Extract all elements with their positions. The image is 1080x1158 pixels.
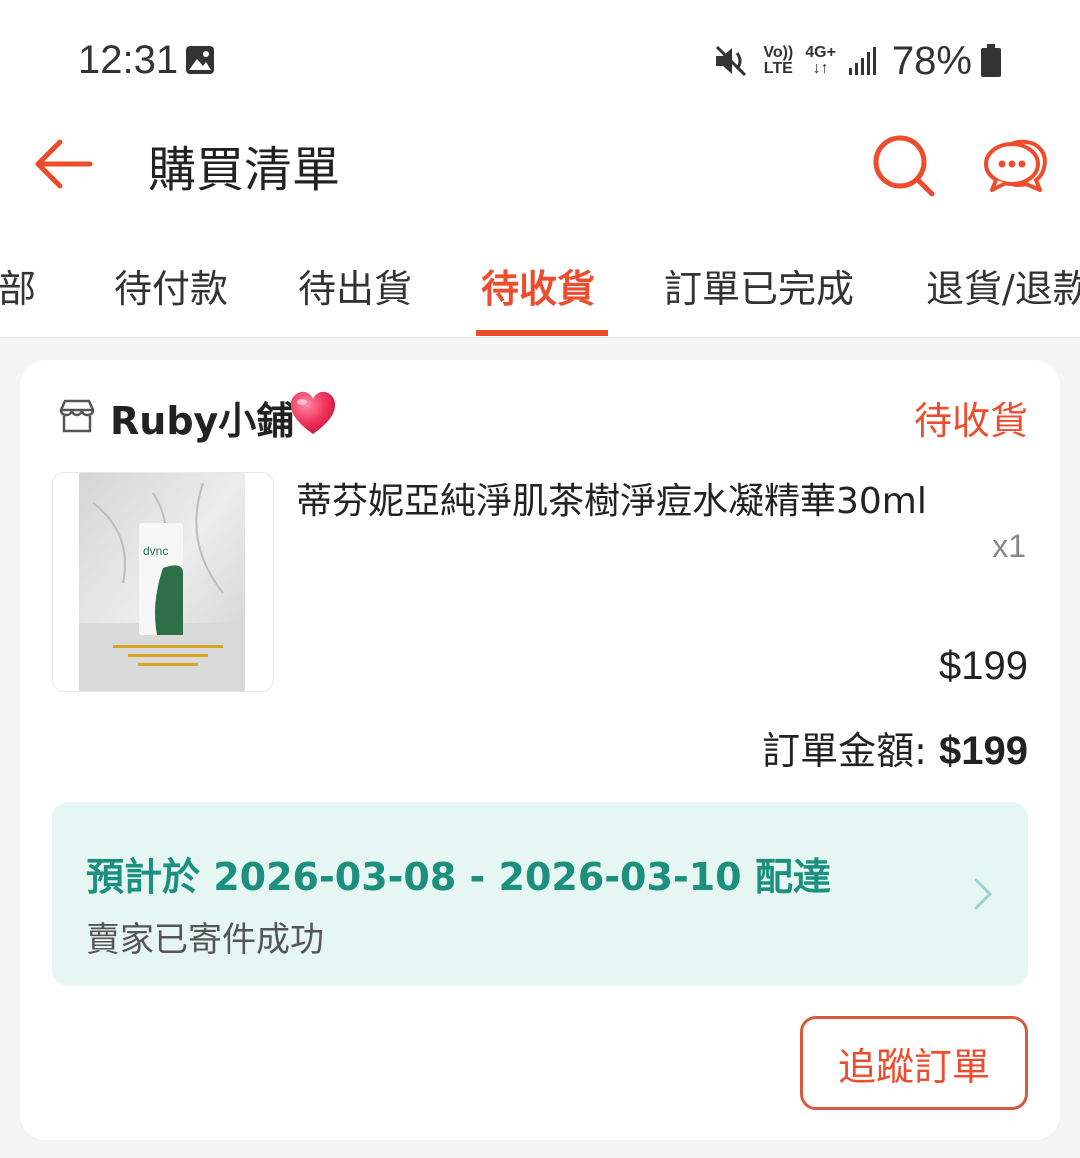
tab-return-refund[interactable]: 退貨/退款 bbox=[926, 258, 1080, 313]
svg-text:dvnc: dvnc bbox=[143, 544, 168, 558]
network-type-icon: 4G+ ↓↑ bbox=[805, 44, 836, 77]
order-total: 訂單金額: $199 bbox=[762, 720, 1028, 775]
track-order-button[interactable]: 追蹤訂單 bbox=[800, 1016, 1028, 1110]
status-bar: 12:31 Vo)) LTE 4G+ ↓↑ 78% bbox=[0, 0, 1080, 110]
tab-to-pay[interactable]: 待付款 bbox=[114, 258, 228, 313]
chevron-right-icon bbox=[974, 878, 992, 910]
volte-icon: Vo)) LTE bbox=[763, 44, 794, 77]
delivery-status: 賣家已寄件成功 bbox=[86, 920, 324, 960]
tab-to-receive[interactable]: 待收貨 bbox=[481, 258, 595, 313]
order-total-value: $199 bbox=[939, 729, 1028, 773]
gallery-notification-icon bbox=[186, 46, 214, 74]
delivery-estimate: 預計於 2026-03-08 - 2026-03-10 配達 bbox=[86, 855, 831, 899]
product-photo: dvnc bbox=[79, 473, 245, 691]
back-arrow-icon[interactable] bbox=[32, 134, 96, 194]
product-name[interactable]: 蒂芬妮亞純淨肌茶樹淨痘水凝精華30ml bbox=[296, 472, 1036, 524]
app-header: 購買清單 bbox=[0, 110, 1080, 220]
signal-icon bbox=[848, 47, 876, 75]
order-card[interactable]: Ruby小鋪 待收貨 dvnc 蒂芬妮亞純淨肌茶樹淨痘水凝精華30ml x1 $… bbox=[20, 360, 1060, 1140]
page-title: 購買清單 bbox=[148, 142, 341, 198]
shop-icon bbox=[59, 399, 95, 433]
search-icon[interactable] bbox=[870, 132, 936, 198]
product-price: $199 bbox=[939, 644, 1028, 688]
heart-icon bbox=[290, 391, 336, 434]
mute-icon bbox=[716, 45, 747, 77]
battery-percent: 78% bbox=[891, 38, 972, 83]
tab-completed[interactable]: 訂單已完成 bbox=[664, 258, 854, 313]
chat-icon[interactable] bbox=[982, 134, 1052, 198]
order-status-label: 待收貨 bbox=[913, 399, 1028, 443]
active-tab-indicator bbox=[476, 330, 608, 336]
shop-name[interactable]: Ruby小鋪 bbox=[110, 390, 294, 445]
product-quantity: x1 bbox=[992, 528, 1026, 564]
tab-all[interactable]: 全部 bbox=[0, 258, 36, 313]
order-total-label: 訂單金額: bbox=[762, 729, 940, 773]
tab-to-ship[interactable]: 待出貨 bbox=[298, 258, 412, 313]
battery-icon bbox=[981, 44, 1001, 77]
delivery-info-panel[interactable]: 預計於 2026-03-08 - 2026-03-10 配達 賣家已寄件成功 bbox=[52, 802, 1028, 986]
status-time: 12:31 bbox=[78, 38, 179, 82]
order-status-tabs: 全部 待付款 待出貨 待收貨 訂單已完成 退貨/退款 bbox=[0, 220, 1080, 338]
product-image[interactable]: dvnc bbox=[52, 472, 274, 692]
